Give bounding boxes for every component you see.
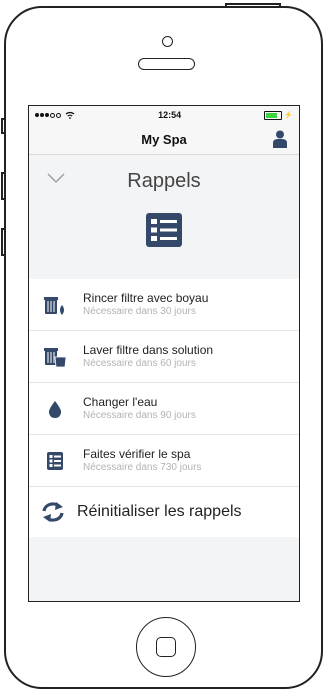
home-button [136,617,196,677]
user-icon[interactable] [273,130,287,148]
reminder-title: Laver filtre dans solution [83,343,214,357]
section-title: Rappels [127,169,201,192]
reminder-item-rinse-filter[interactable]: Rincer filtre avec boyau Nécessaire dans… [29,279,299,331]
reminder-item-change-water[interactable]: Changer l'eau Nécessaire dans 90 jours [29,383,299,435]
front-camera [162,36,173,47]
reminder-item-check-spa[interactable]: Faites vérifier le spa Nécessaire dans 7… [29,435,299,487]
status-bar: 12:54 ⚡ [29,106,299,124]
reminder-subtitle: Nécessaire dans 730 jours [83,462,202,473]
reminder-title: Changer l'eau [83,395,158,409]
list-icon [146,213,182,247]
signal-indicator [35,111,75,119]
status-time: 12:54 [158,110,182,120]
reset-reminders-button[interactable]: Réinitialiser les rappels [29,487,299,537]
filter-wash-icon [44,347,67,367]
reminder-subtitle: Nécessaire dans 60 jours [83,358,196,369]
reminders-list-icon-wrap [29,213,299,255]
earpiece-speaker [138,58,195,70]
nav-bar: My Spa [29,124,299,155]
reminder-title: Faites vérifier le spa [83,447,191,461]
reminder-subtitle: Nécessaire dans 30 jours [83,306,196,317]
checklist-icon [47,451,63,470]
reminders-list: Rincer filtre avec boyau Nécessaire dans… [29,279,299,537]
chevron-down-icon[interactable] [47,171,65,185]
nav-title: My Spa [141,131,187,147]
app-screen: 12:54 ⚡ My Spa Rappels Rincer filtre ave… [28,105,300,602]
battery-icon: ⚡ [264,110,293,120]
water-drop-icon [48,400,62,418]
reminder-title: Rincer filtre avec boyau [83,291,209,305]
filter-rinse-icon [44,296,64,315]
reset-label: Réinitialiser les rappels [77,503,242,520]
reminder-item-wash-filter[interactable]: Laver filtre dans solution Nécessaire da… [29,331,299,383]
wifi-icon [65,111,75,119]
reminder-subtitle: Nécessaire dans 90 jours [83,410,196,421]
refresh-icon [42,502,64,522]
section-header[interactable]: Rappels [29,155,299,207]
